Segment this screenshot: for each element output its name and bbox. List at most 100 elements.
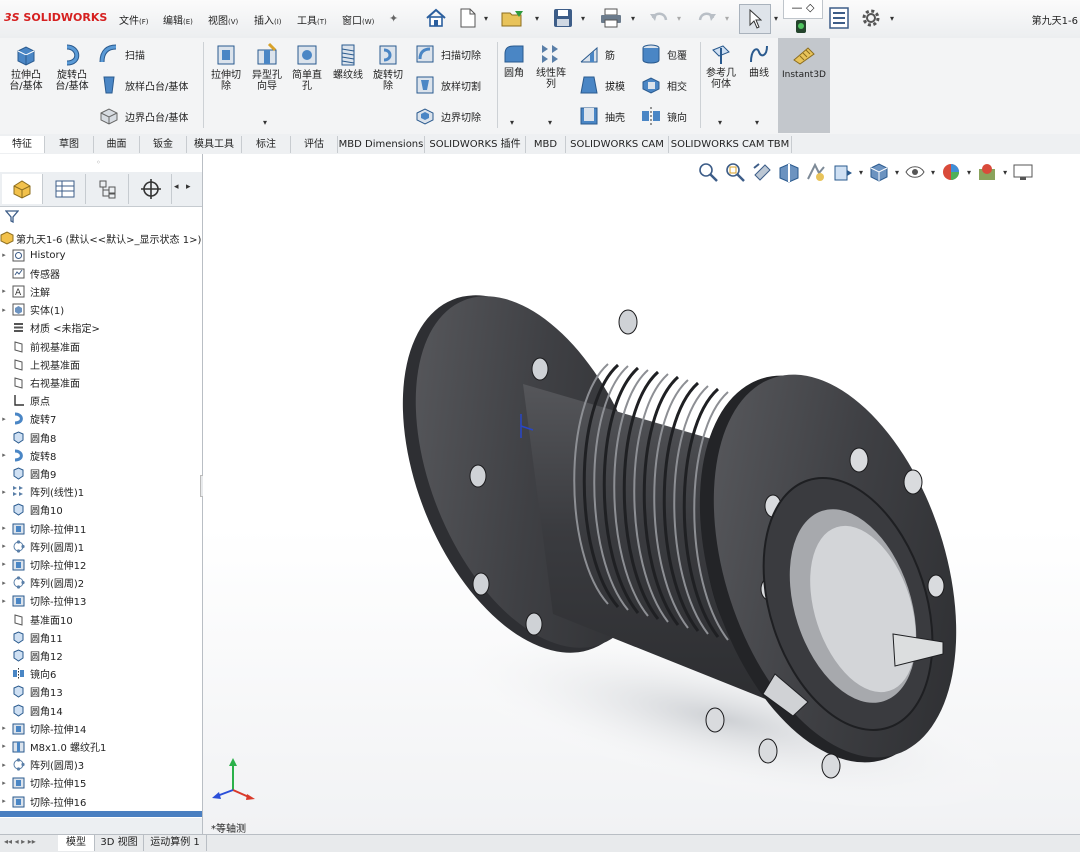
print-icon[interactable] <box>598 4 624 32</box>
expand-arrow-icon[interactable]: ▸ <box>0 579 8 587</box>
hole-wizard-button[interactable]: 异型孔 向导 <box>248 42 286 92</box>
tree-item[interactable]: ▸ History <box>0 246 66 264</box>
revolve-cut-button[interactable]: 旋转切 除 <box>369 42 407 92</box>
horizontal-scrollbar[interactable] <box>0 818 202 834</box>
tree-item[interactable]: ▸ M8x1.0 螺纹孔1 <box>0 737 106 755</box>
dimxpert-manager-tab[interactable] <box>131 174 172 204</box>
tree-item[interactable]: 基准面10 <box>0 610 73 628</box>
panel-grip-icon[interactable]: ◦ <box>96 158 101 167</box>
sweep-button[interactable]: 扫描 <box>98 43 145 65</box>
boundary-cut-button[interactable]: 边界切除 <box>414 105 481 127</box>
chevron-down-icon[interactable]: ▾ <box>887 4 897 32</box>
tab-sheet-metal[interactable]: 钣金 <box>140 136 187 153</box>
tab-annotation[interactable]: 标注 <box>242 136 291 153</box>
curves-button[interactable]: 曲线 <box>743 42 775 79</box>
tab-features[interactable]: 特征 <box>0 136 45 153</box>
expand-arrow-icon[interactable]: ▸ <box>0 251 8 259</box>
tab-model[interactable]: 模型 <box>58 835 95 851</box>
tree-item[interactable]: 圆角13 <box>0 683 63 701</box>
options-gear-icon[interactable] <box>858 4 884 32</box>
chevron-down-icon[interactable]: ▾ <box>532 4 542 32</box>
undo-icon[interactable] <box>647 4 671 32</box>
extrude-boss-button[interactable]: 拉伸凸 台/基体 <box>4 42 48 92</box>
expand-arrow-icon[interactable]: ▸ <box>0 451 8 459</box>
open-icon[interactable] <box>500 4 528 32</box>
filter-icon[interactable] <box>4 209 20 226</box>
tab-motion-study-1[interactable]: 运动算例 1 <box>144 835 207 851</box>
expand-arrow-icon[interactable]: ▸ <box>0 797 8 805</box>
expand-arrow-icon[interactable]: ▸ <box>0 742 8 750</box>
tree-item[interactable]: ▸ 切除-拉伸12 <box>0 555 86 573</box>
tree-item[interactable]: 传感器 <box>0 264 60 282</box>
expand-arrow-icon[interactable]: ▸ <box>0 779 8 787</box>
tree-item[interactable]: ▸ 阵列(圆周)1 <box>0 537 84 555</box>
intersect-button[interactable]: 相交 <box>640 74 687 96</box>
expand-arrow-icon[interactable]: ▸ <box>0 560 8 568</box>
chevron-down-icon[interactable]: ▾ <box>722 4 732 32</box>
chevron-down-icon[interactable]: ▾ <box>718 118 722 127</box>
tab-mold-tools[interactable]: 模具工具 <box>187 136 242 153</box>
tab-scroll-arrows[interactable]: ◂◂ ◂ ▸ ▸▸ <box>4 837 36 846</box>
expand-arrow-icon[interactable]: ▸ <box>0 524 8 532</box>
extrude-cut-button[interactable]: 拉伸切 除 <box>207 42 245 92</box>
tree-item[interactable]: 镜向6 <box>0 665 56 683</box>
bellows-coupling-model[interactable] <box>203 154 1080 834</box>
save-icon[interactable] <box>550 4 576 32</box>
tree-item[interactable]: 上视基准面 <box>0 355 80 373</box>
sweep-cut-button[interactable]: 扫描切除 <box>414 43 481 65</box>
tab-solidworks-addins[interactable]: SOLIDWORKS 插件 <box>425 136 526 153</box>
tab-3d-views[interactable]: 3D 视图 <box>95 835 144 851</box>
tree-scrollbar[interactable] <box>0 811 202 817</box>
expand-arrow-icon[interactable]: ▸ <box>0 488 8 496</box>
menu-edit[interactable]: 编辑(E) <box>163 12 193 27</box>
chevron-down-icon[interactable]: ▾ <box>771 4 781 32</box>
tree-item[interactable]: 前视基准面 <box>0 337 80 355</box>
menu-view[interactable]: 视图(V) <box>208 12 238 27</box>
mirror-button[interactable]: 镜向 <box>640 105 687 127</box>
property-manager-tab[interactable] <box>45 174 86 204</box>
scroll-tabs-left-icon[interactable]: ◂ <box>174 182 179 192</box>
chevron-down-icon[interactable]: ▾ <box>755 118 759 127</box>
chevron-down-icon[interactable]: ▾ <box>548 118 552 127</box>
chevron-down-icon[interactable]: ▾ <box>263 118 267 127</box>
chevron-down-icon[interactable]: ▾ <box>481 4 491 32</box>
tree-item[interactable]: ▸ 切除-拉伸15 <box>0 774 86 792</box>
new-document-icon[interactable] <box>457 4 479 32</box>
tab-evaluate[interactable]: 评估 <box>291 136 338 153</box>
tree-item[interactable]: 圆角8 <box>0 428 56 446</box>
tree-item[interactable]: 材质 <未指定> <box>0 319 100 337</box>
draft-button[interactable]: 拔模 <box>578 74 625 96</box>
tree-item[interactable]: ▸ 阵列(圆周)3 <box>0 756 84 774</box>
feature-manager-tab[interactable] <box>2 174 43 204</box>
tree-root-part[interactable]: 第九天1-6 (默认<<默认>_显示状态 1>) <box>0 229 201 247</box>
expand-arrow-icon[interactable]: ▸ <box>0 542 8 550</box>
tree-item[interactable]: 圆角9 <box>0 464 56 482</box>
tab-solidworks-cam[interactable]: SOLIDWORKS CAM <box>566 136 669 153</box>
expand-arrow-icon[interactable]: ▸ <box>0 415 8 423</box>
graphics-area[interactable]: ▾ ▾ ▾ ▾ ▾ *等轴测 <box>203 154 1080 834</box>
rib-button[interactable]: 筋 <box>578 43 615 65</box>
scroll-tabs-right-icon[interactable]: ▸ <box>186 182 191 192</box>
tree-item[interactable]: ▸ 实体(1) <box>0 301 64 319</box>
wrap-button[interactable]: 包覆 <box>640 43 687 65</box>
tab-mbd[interactable]: MBD <box>526 136 566 153</box>
tree-item[interactable]: 圆角14 <box>0 701 63 719</box>
tree-item[interactable]: ▸ 旋转7 <box>0 410 56 428</box>
select-icon[interactable] <box>739 4 771 34</box>
solidworks-logo[interactable]: 3S SOLIDWORKS <box>4 11 107 24</box>
thread-button[interactable]: 螺纹线 <box>329 42 367 81</box>
tree-item[interactable]: ▸ 切除-拉伸16 <box>0 792 86 810</box>
tab-surfaces[interactable]: 曲面 <box>94 136 140 153</box>
menu-window[interactable]: 窗口(W) <box>342 12 374 27</box>
tree-item[interactable]: 圆角10 <box>0 501 63 519</box>
linear-pattern-button[interactable]: 线性阵 列 <box>532 42 570 90</box>
tab-sketch[interactable]: 草图 <box>45 136 94 153</box>
tree-item[interactable]: ▸ 切除-拉伸13 <box>0 592 86 610</box>
tab-mbd-dimensions[interactable]: MBD Dimensions <box>338 136 425 153</box>
revolve-boss-button[interactable]: 旋转凸 台/基体 <box>50 42 94 92</box>
chevron-down-icon[interactable]: ▾ <box>628 4 638 32</box>
expand-arrow-icon[interactable]: ▸ <box>0 597 8 605</box>
expand-arrow-icon[interactable]: ▸ <box>0 761 8 769</box>
simple-hole-button[interactable]: 简单直 孔 <box>288 42 326 92</box>
tree-item[interactable]: 右视基准面 <box>0 373 80 391</box>
